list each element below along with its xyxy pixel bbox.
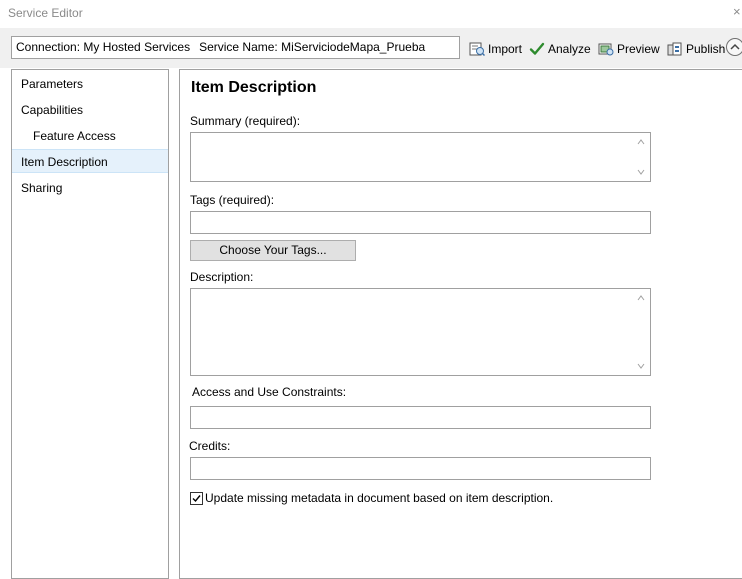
description-scrollbar[interactable] [634,290,649,374]
credits-label: Credits: [189,439,231,453]
sidebar: Parameters Capabilities Feature Access I… [11,69,169,579]
tags-label: Tags (required): [190,193,275,207]
preview-icon [598,43,614,56]
service-name-label: Service Name: MiServiciodeMapa_Prueba [199,40,426,54]
summary-scrollbar[interactable] [634,134,649,180]
checkmark-icon [529,42,545,55]
sidebar-item-label: Sharing [21,181,63,195]
window-title: Service Editor [8,6,83,20]
summary-textarea[interactable] [190,132,651,182]
chevron-up-icon [730,43,740,50]
preview-button[interactable]: Preview [598,40,660,58]
scroll-down-icon[interactable] [637,168,645,176]
scroll-up-icon[interactable] [637,294,645,302]
analyze-button[interactable]: Analyze [529,40,591,58]
publish-button[interactable]: Publish [667,40,725,58]
import-label: Import [488,42,523,56]
preview-label: Preview [617,42,660,56]
checkmark-icon [192,494,201,502]
sidebar-item-capabilities[interactable]: Capabilities [12,98,168,122]
import-icon [469,42,485,57]
sidebar-item-feature-access[interactable]: Feature Access [12,124,168,148]
summary-label: Summary (required): [190,114,301,128]
description-textarea[interactable] [190,288,651,376]
publish-icon [667,42,682,56]
sidebar-item-label: Feature Access [33,129,116,143]
title-bar: Service Editor × [0,0,742,28]
sidebar-item-item-description[interactable]: Item Description [12,149,168,173]
access-constraints-label: Access and Use Constraints: [192,385,347,399]
access-constraints-input[interactable] [190,406,651,429]
connection-info-box: Connection: My Hosted Services Service Na… [11,36,460,59]
scroll-up-icon[interactable] [637,138,645,146]
import-button[interactable]: Import [469,40,522,58]
update-metadata-checkbox[interactable] [190,491,203,505]
description-label: Description: [190,270,254,284]
page-title: Item Description [191,79,317,96]
credits-input[interactable] [190,457,651,480]
update-metadata-label: Update missing metadata in document base… [205,491,554,505]
choose-tags-button[interactable]: Choose Your Tags... [190,240,356,261]
collapse-button[interactable] [726,38,742,56]
sidebar-item-label: Capabilities [21,103,84,117]
update-metadata-option[interactable]: Update missing metadata in document base… [190,491,553,505]
connection-label: Connection: My Hosted Services [16,40,191,54]
tags-input[interactable] [190,211,651,234]
publish-label: Publish [686,42,726,56]
sidebar-item-label: Item Description [21,155,108,169]
close-icon[interactable]: × [733,4,741,19]
analyze-label: Analyze [548,42,591,56]
sidebar-item-label: Parameters [21,77,84,91]
scroll-down-icon[interactable] [637,362,645,370]
item-description-panel: Item Description Summary (required): Tag… [179,69,742,579]
toolbar: Connection: My Hosted Services Service Na… [0,28,742,68]
sidebar-item-parameters[interactable]: Parameters [12,72,168,96]
sidebar-item-sharing[interactable]: Sharing [12,176,168,200]
